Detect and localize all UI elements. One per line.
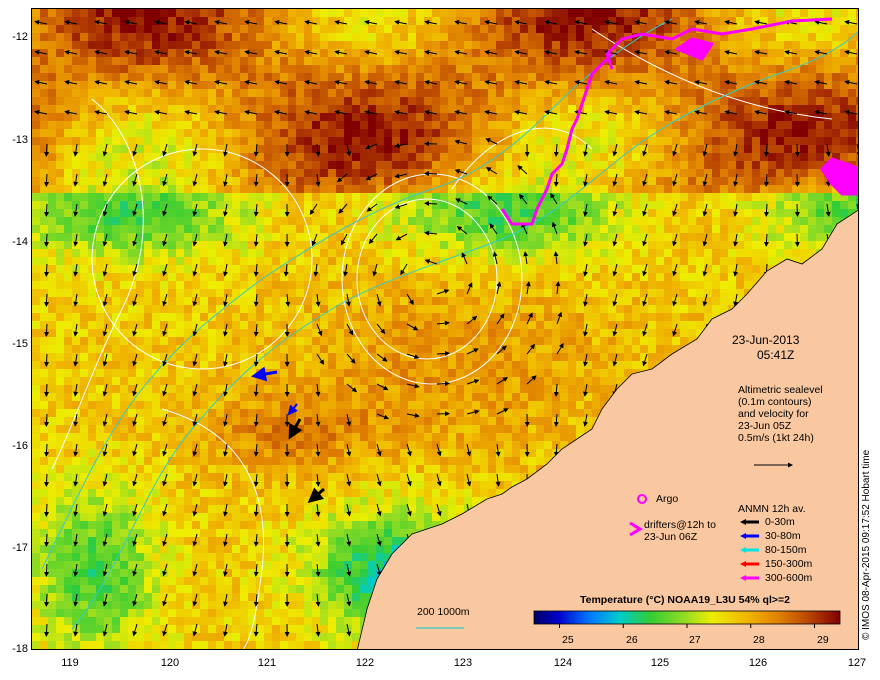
velocity-arrow	[424, 171, 438, 177]
velocity-arrow	[44, 473, 50, 487]
velocity-arrow	[44, 293, 50, 307]
velocity-arrow	[44, 353, 50, 367]
colorbar-tick-label: 25	[562, 634, 574, 646]
sst-map: 23-Jun-2013 05:41Z Altimetric sealevel (…	[31, 8, 859, 650]
velocity-arrow	[44, 413, 50, 427]
lon-tick: 127	[847, 657, 867, 669]
velocity-arrow	[44, 233, 50, 247]
argo-label: Argo	[656, 493, 679, 505]
velocity-arrow	[44, 383, 50, 397]
colorbar-title: Temperature (°C) NOAA19_L3U 54% ql>=2	[580, 594, 790, 606]
velocity-arrow	[436, 381, 450, 387]
altimetry-line: and velocity for	[738, 408, 809, 420]
anmn-item-label: 0-30m	[765, 516, 795, 528]
lat-tick: -18	[12, 643, 28, 655]
altimetry-line: (0.1m contours)	[738, 396, 812, 408]
isobath-label: 200 1000m	[417, 606, 470, 618]
colorbar-tick-label: 27	[689, 634, 701, 646]
anmn-item-label: 300-600m	[765, 572, 813, 584]
time-label: 05:41Z	[757, 348, 795, 362]
altimetry-line: 0.5m/s (1kt 24h)	[738, 432, 814, 444]
drifters-label-2: 23-Jun 06Z	[644, 531, 698, 543]
anmn-item-label: 80-150m	[765, 544, 807, 556]
velocity-arrow	[794, 233, 800, 247]
colorbar-tick-label: 28	[753, 634, 765, 646]
velocity-arrow	[794, 173, 800, 187]
lon-tick: 120	[160, 657, 180, 669]
velocity-arrow	[44, 533, 50, 547]
altimetry-note: Altimetric sealevel (0.1m contours) and …	[738, 384, 823, 444]
lat-tick: -15	[12, 338, 28, 350]
lon-tick: 122	[355, 657, 375, 669]
drifters-label-1: drifters@12h to	[644, 519, 716, 531]
velocity-arrow	[44, 563, 50, 577]
velocity-arrow	[44, 593, 50, 607]
velocity-arrow	[794, 203, 800, 217]
sst-map-canvas	[32, 9, 858, 649]
lon-tick: 124	[553, 657, 573, 669]
velocity-arrow	[44, 503, 50, 517]
anmn-item-label: 30-80m	[765, 530, 801, 542]
lon-tick: 119	[61, 657, 79, 669]
lon-tick: 123	[453, 657, 473, 669]
velocity-arrow	[44, 263, 50, 277]
colorbar-tick-label: 26	[626, 634, 638, 646]
lon-tick: 121	[257, 657, 277, 669]
altimetry-line: 23-Jun 05Z	[738, 420, 792, 432]
imos-credit: © IMOS 08-Apr-2015 09:17:52 Hobart time	[861, 449, 872, 640]
colorbar-gradient	[533, 610, 841, 625]
altimetry-line: Altimetric sealevel	[738, 384, 823, 396]
anmn-item-label: 150-300m	[765, 558, 813, 570]
lat-tick: -14	[12, 236, 28, 248]
lat-tick: -13	[12, 134, 28, 146]
lon-tick: 125	[650, 657, 670, 669]
velocity-arrow	[44, 323, 50, 337]
lat-tick: -12	[12, 31, 28, 43]
colorbar-tick-label: 29	[817, 634, 829, 646]
velocity-arrow	[44, 443, 50, 457]
velocity-arrow	[794, 143, 800, 157]
lat-tick: -16	[12, 440, 28, 452]
velocity-arrow	[44, 173, 50, 187]
lat-tick: -17	[12, 542, 28, 554]
velocity-arrow	[44, 623, 50, 637]
lon-tick: 126	[748, 657, 768, 669]
velocity-arrow	[44, 203, 50, 217]
velocity-arrow	[44, 143, 50, 157]
anmn-title: ANMN 12h av.	[738, 503, 806, 515]
date-label: 23-Jun-2013	[732, 333, 800, 347]
